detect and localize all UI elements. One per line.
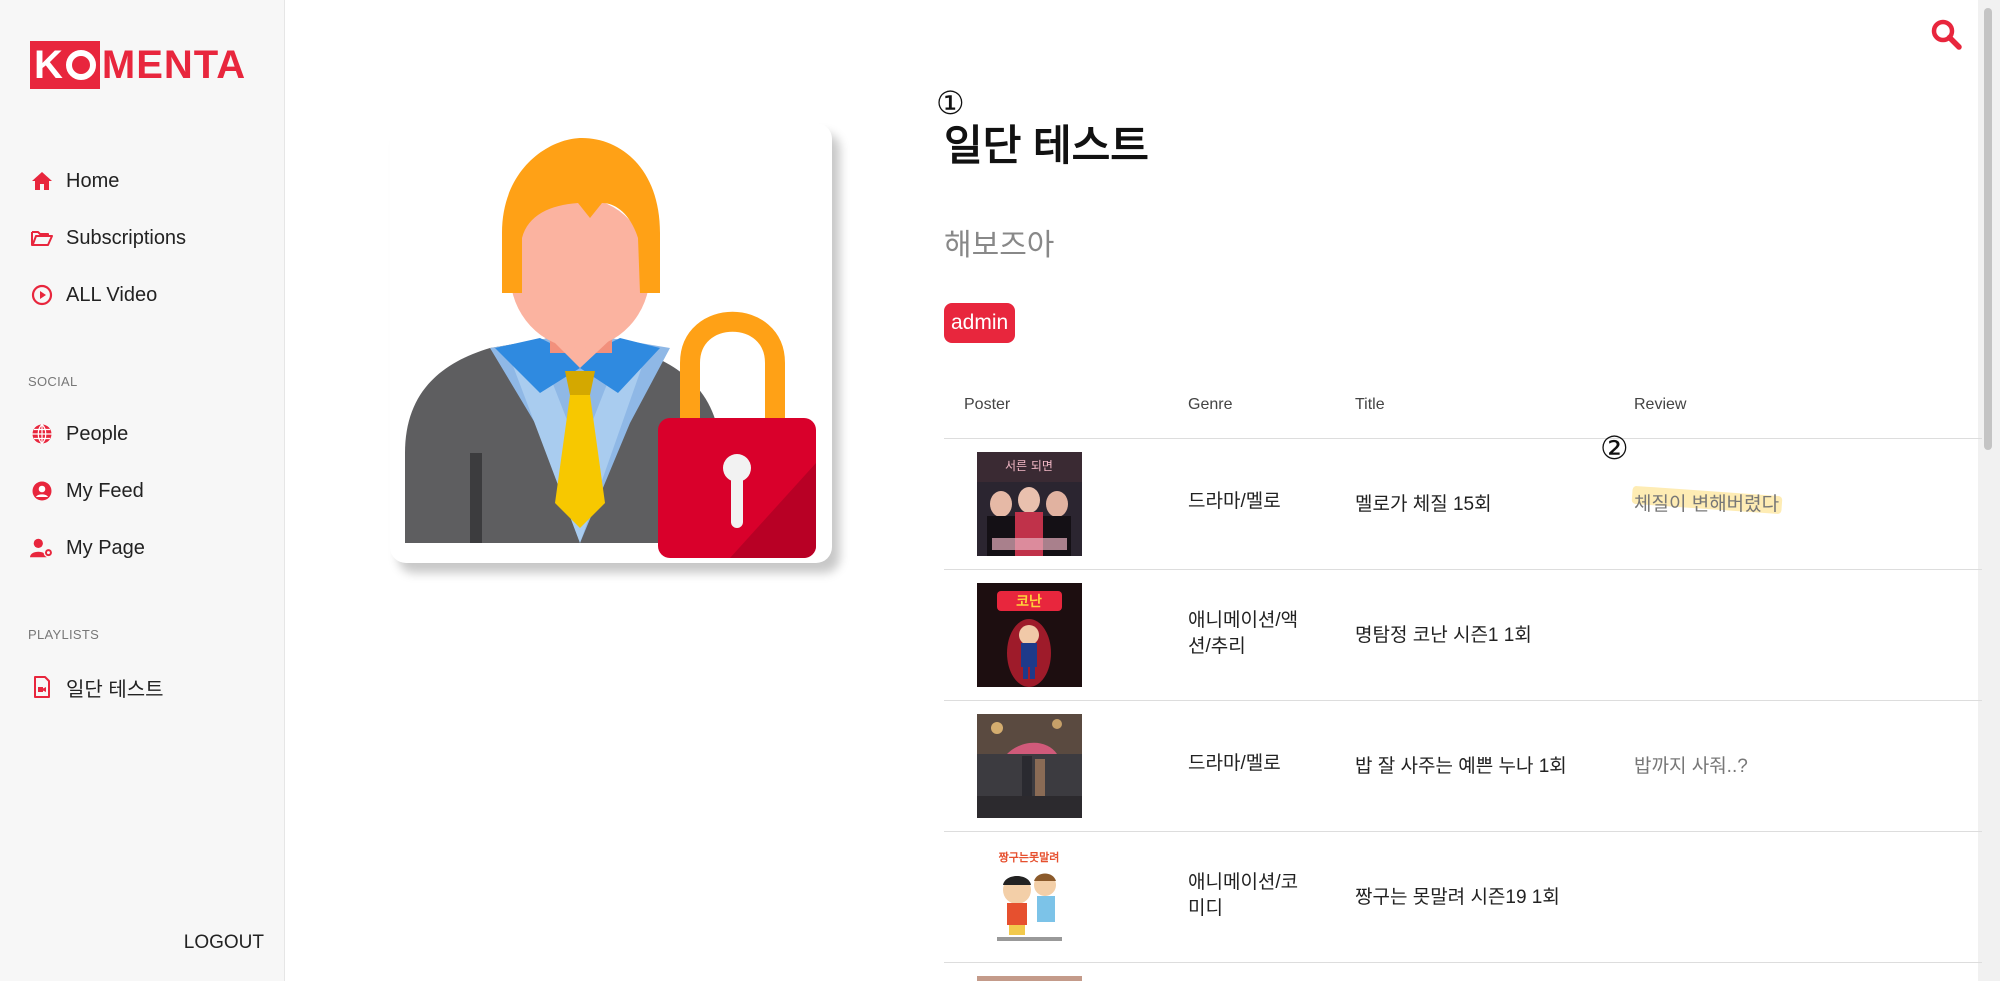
user-gear-icon [30,536,54,560]
annotation-marker-2: ② [1600,429,1629,467]
poster-image[interactable]: 코난 [977,583,1082,687]
file-video-icon [30,675,54,699]
playlist-title-text: 일단 테스트 [944,122,1149,169]
row-genre: 드라마/멜로 [1188,753,1281,774]
svg-text:서른 되면: 서른 되면 [1005,459,1053,473]
table-row[interactable]: 코난 애니메이션/액션/추리 명탐정 코난 시즌1 1회 [944,570,1982,701]
sidebar-item-label: My Feed [66,479,144,502]
social-section-label: SOCIAL [28,374,78,389]
logo-menta: MENTA [101,42,247,87]
playlist-cover-image [390,123,832,563]
playlist-description: 해보즈아 [944,229,1055,262]
row-title[interactable]: 밥 잘 사주는 예쁜 누나 1회 [1355,751,1567,778]
sidebar-item-people[interactable]: People [30,417,128,451]
logo-k: K [34,43,64,87]
sidebar-item-label: Subscriptions [66,226,187,249]
owner-badge[interactable]: admin [944,303,1016,343]
komenta-logo[interactable]: K MENTA [30,40,246,90]
logo-ko-block: K [30,41,100,89]
table-header: Poster Genre Title Review [944,385,1982,439]
row-review: 체질이 변해버렸다 [1634,494,1780,515]
sidebar-item-home[interactable]: Home [30,164,119,198]
svg-text:코난: 코난 [1016,593,1042,610]
home-icon [30,169,54,193]
playlist-title: 일단 테스트 [940,112,1149,173]
row-title[interactable]: 멜로가 체질 15회 [1355,489,1492,516]
header-genre: Genre [1188,396,1233,413]
user-circle-icon [30,479,54,503]
scrollbar-thumb[interactable] [1984,8,1992,450]
search-icon [1930,19,1964,56]
sidebar: K MENTA Home Subscriptions ALL Video SOC… [0,0,285,981]
table-row[interactable]: 서른 되면 드라마/멜로 멜로가 체질 15회 ② 체질이 변해버렸다 [944,429,1982,570]
sidebar-item-label: My Page [66,536,145,559]
row-genre: 애니메이션/액션/추리 [1188,610,1299,657]
svg-text:짱구는못말려: 짱구는못말려 [999,850,1060,864]
sidebar-item-label: 일단 테스트 [66,678,164,701]
playlists-section-label: PLAYLISTS [28,627,100,642]
row-review: 밥까지 사줘..? [1634,756,1748,777]
play-circle-icon [30,283,54,307]
table-row[interactable]: 드라마/멜로 밥 잘 사주는 예쁜 누나 1회 밥까지 사줘..? [944,701,1982,832]
sidebar-item-label: ALL Video [66,283,158,306]
header-poster: Poster [964,396,1011,413]
playlist-table: Poster Genre Title Review 서른 되면 드라마/멜로 멜… [944,385,1982,963]
row-genre: 애니메이션/코미디 [1188,872,1299,919]
table-row[interactable]: 짱구는못말려 애니메이션/코미디 짱구는 못말려 시즌19 1회 [944,832,1982,963]
logout-button[interactable]: LOGOUT [184,932,264,954]
sidebar-item-my-feed[interactable]: My Feed [30,474,144,508]
search-button[interactable] [1930,18,1964,52]
sidebar-item-label: People [66,422,129,445]
sidebar-item-all-video[interactable]: ALL Video [30,278,157,312]
poster-image[interactable]: 짱구는못말려 [977,845,1082,949]
row-title[interactable]: 짱구는 못말려 시즌19 1회 [1355,882,1560,909]
row-title[interactable]: 명탐정 코난 시즌1 1회 [1355,620,1532,647]
sidebar-item-label: Home [66,169,120,192]
poster-image[interactable]: 서른 되면 [977,452,1082,556]
sidebar-item-subscriptions[interactable]: Subscriptions [30,221,186,255]
header-title: Title [1355,396,1385,413]
globe-icon [30,422,54,446]
sidebar-item-my-page[interactable]: My Page [30,531,145,565]
folder-open-icon [30,226,54,250]
sidebar-item-playlist-test[interactable]: 일단 테스트 [30,670,164,704]
row-genre: 드라마/멜로 [1188,491,1281,512]
poster-image[interactable] [977,714,1082,818]
header-review: Review [1634,396,1687,413]
poster-image[interactable] [977,976,1082,981]
